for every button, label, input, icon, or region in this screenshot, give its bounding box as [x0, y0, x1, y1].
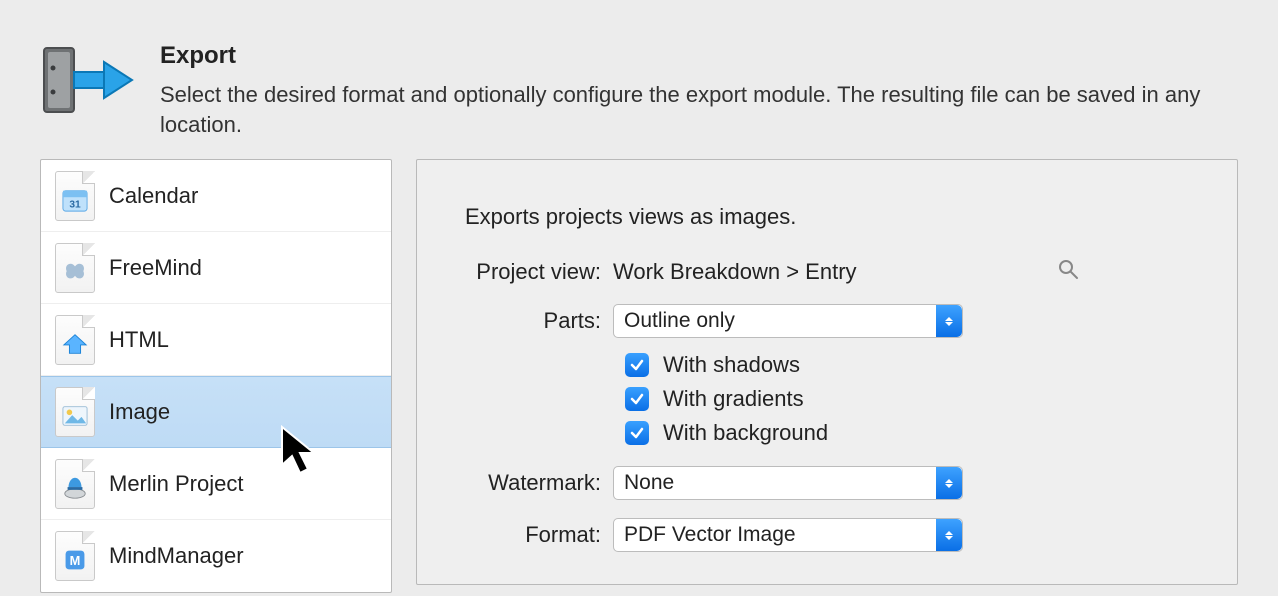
project-view-value: Work Breakdown > Entry: [613, 259, 857, 285]
watermark-select-value: None: [624, 471, 674, 495]
format-select-value: PDF Vector Image: [624, 523, 796, 547]
sidebar-item-label: MindManager: [109, 543, 244, 569]
sidebar-item-calendar[interactable]: 31 Calendar: [41, 160, 391, 232]
checkbox-label: With background: [663, 420, 828, 446]
sidebar-item-merlin[interactable]: Merlin Project: [41, 448, 391, 520]
sidebar-item-mindmanager[interactable]: M MindManager: [41, 520, 391, 592]
format-select[interactable]: PDF Vector Image: [613, 518, 963, 552]
export-icon: [40, 42, 136, 118]
panel-description: Exports projects views as images.: [465, 204, 1189, 230]
sidebar-item-label: HTML: [109, 327, 169, 353]
watermark-select[interactable]: None: [613, 466, 963, 500]
svg-text:31: 31: [69, 199, 81, 210]
format-label: Format:: [465, 522, 613, 548]
calendar-icon: 31: [55, 171, 95, 221]
checkbox-icon: [625, 387, 649, 411]
parts-select-value: Outline only: [624, 309, 735, 333]
sidebar-item-image[interactable]: Image: [41, 376, 391, 448]
search-icon[interactable]: [1057, 258, 1079, 286]
watermark-label: Watermark:: [465, 470, 613, 496]
image-icon: [55, 387, 95, 437]
sidebar-item-label: FreeMind: [109, 255, 202, 281]
header-description: Select the desired format and optionally…: [160, 80, 1238, 139]
checkbox-icon: [625, 353, 649, 377]
settings-panel: Exports projects views as images. Projec…: [416, 159, 1238, 585]
merlin-icon: [55, 459, 95, 509]
chevron-updown-icon: [936, 305, 962, 337]
parts-select[interactable]: Outline only: [613, 304, 963, 338]
freemind-icon: [55, 243, 95, 293]
header-title: Export: [160, 42, 1238, 70]
checkbox-background[interactable]: With background: [625, 420, 1189, 446]
checkbox-icon: [625, 421, 649, 445]
checkbox-label: With shadows: [663, 352, 800, 378]
html-icon: [55, 315, 95, 365]
checkbox-shadows[interactable]: With shadows: [625, 352, 1189, 378]
sidebar-item-label: Calendar: [109, 183, 198, 209]
project-view-label: Project view:: [465, 259, 613, 285]
checkbox-gradients[interactable]: With gradients: [625, 386, 1189, 412]
sidebar-item-label: Image: [109, 399, 170, 425]
sidebar-item-label: Merlin Project: [109, 471, 243, 497]
sidebar-item-freemind[interactable]: FreeMind: [41, 232, 391, 304]
parts-label: Parts:: [465, 308, 613, 334]
chevron-updown-icon: [936, 467, 962, 499]
header: Export Select the desired format and opt…: [0, 0, 1278, 159]
svg-text:M: M: [70, 554, 81, 569]
chevron-updown-icon: [936, 519, 962, 551]
format-sidebar: 31 Calendar FreeMind: [40, 159, 392, 593]
checkbox-label: With gradients: [663, 386, 804, 412]
mindmanager-icon: M: [55, 531, 95, 581]
sidebar-item-html[interactable]: HTML: [41, 304, 391, 376]
